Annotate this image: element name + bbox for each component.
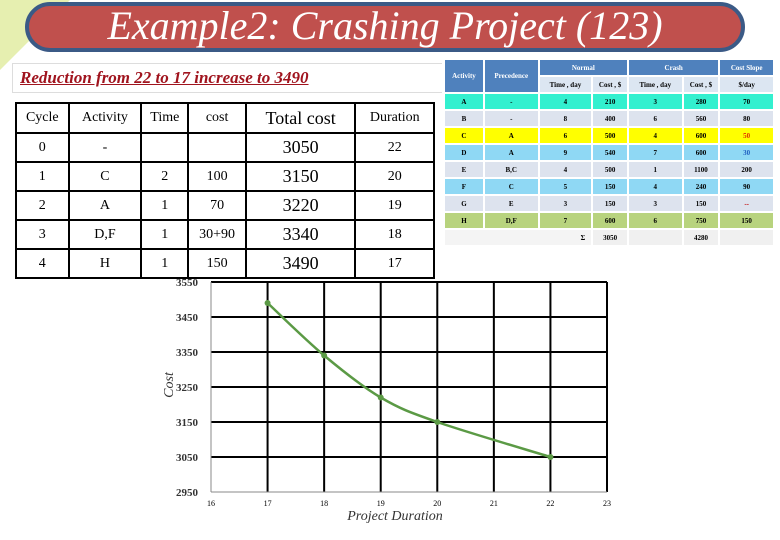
y-tick-label: 3050 — [176, 452, 199, 464]
y-tick-label: 3550 — [176, 277, 199, 289]
data-point — [434, 419, 441, 425]
x-tick-label: 23 — [603, 499, 611, 508]
y-tick-label: 2950 — [176, 487, 199, 499]
x-tick-label: 21 — [490, 499, 498, 508]
x-tick-label: 16 — [207, 499, 215, 508]
x-tick-label: 17 — [264, 499, 272, 508]
y-tick-label: 3150 — [176, 417, 199, 429]
y-tick-label: 3450 — [176, 312, 199, 324]
x-tick-label: 18 — [320, 499, 328, 508]
data-point — [321, 352, 328, 359]
x-tick-label: 22 — [546, 499, 554, 508]
y-axis-label: Cost — [162, 371, 177, 398]
x-tick-label: 19 — [377, 499, 385, 508]
data-point — [264, 300, 271, 306]
data-point — [547, 454, 554, 460]
y-tick-label: 3250 — [176, 382, 199, 394]
y-tick-label: 3350 — [176, 347, 199, 359]
cost-line — [266, 302, 551, 459]
x-tick-label: 20 — [433, 499, 441, 508]
x-axis-label: Project Duration — [346, 509, 443, 524]
data-point — [377, 394, 384, 401]
cost-duration-chart: 16 17 18 19 20 21 22 23 2950 3050 3150 3250 3350 3450… — [162, 277, 611, 524]
